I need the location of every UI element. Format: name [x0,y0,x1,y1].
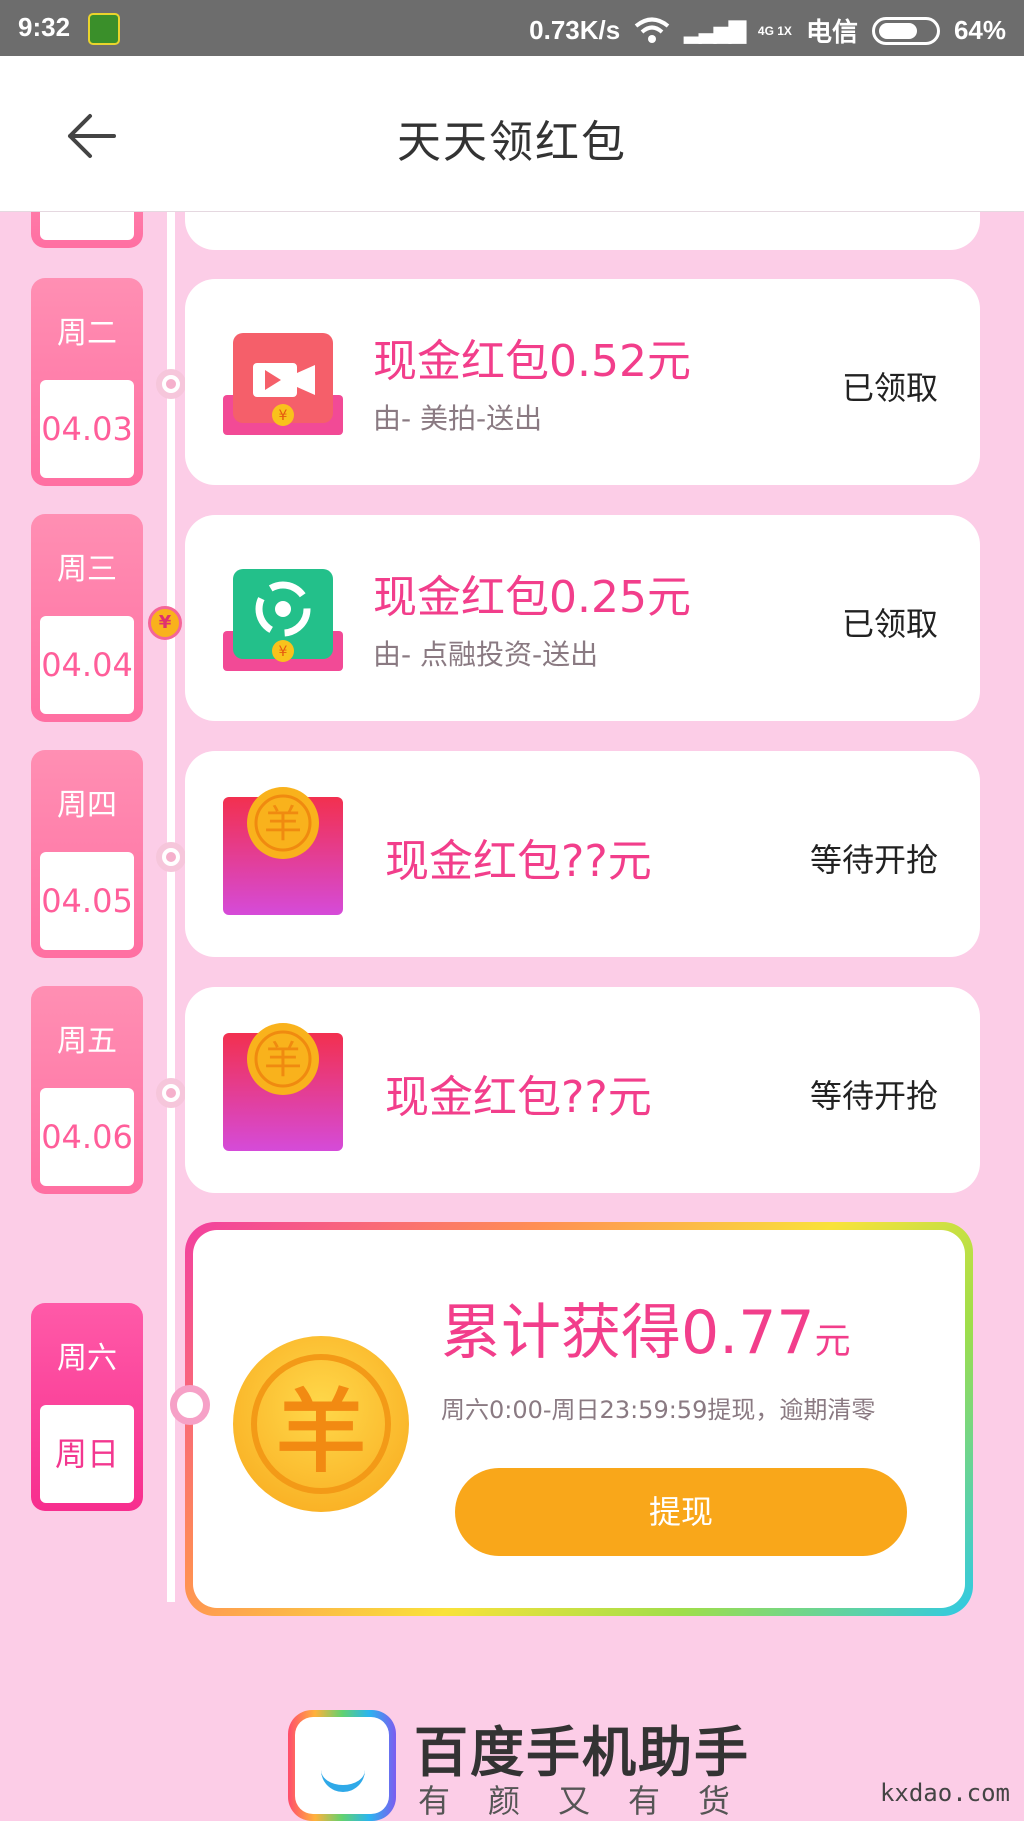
packet-sender: 由- 点融投资-送出 [373,638,599,671]
battery-icon [871,16,940,45]
date-box-weekend: 周六 周日 [31,1303,143,1511]
red-packet-card[interactable]: ¥ 现金红包0.25元 由- 点融投资-送出 已领取 [185,515,980,721]
weekday-label: 周六 [57,1341,117,1376]
date-box-0404: 周三 04.04 [31,514,143,722]
brand-slogan: 有颜又有货 [418,1782,769,1820]
wifi-icon [634,17,670,43]
packet-sender: 由- 美拍-送出 [373,402,543,435]
date-box-0403: 周二 04.03 [31,278,143,486]
timeline-dot [156,1078,186,1108]
network-type: 4G 1X [757,23,792,38]
svg-text:¥: ¥ [279,644,288,660]
weekday-label: 周五 [57,1024,117,1059]
red-envelope-icon: 羊 [223,1023,343,1151]
total-amount: 累计获得0.77元 [441,1284,851,1371]
status-bar: 9:32 0.73K/s ▂▃▅▇ 4G 1X 电信 64% [0,0,1024,56]
red-envelope-icon: 羊 [223,787,343,915]
weekday-label: 周四 [57,788,117,823]
svg-text:¥: ¥ [279,408,288,424]
packet-amount: 现金红包??元 [385,1072,652,1123]
date-box-0405: 周四 04.05 [31,750,143,958]
packet-status: 等待开抢 [809,1077,938,1115]
brand-footer: 百度手机助手 有颜又有货 [288,1708,768,1821]
app-header: 天天领红包 [0,56,1024,212]
page-title: 天天领红包 [397,117,627,168]
date-label: 04.05 [40,852,134,950]
red-packet-card[interactable]: 羊 现金红包??元 等待开抢 [185,751,980,957]
date-box-0406: 周五 04.06 [31,986,143,1194]
weekday-label: 周三 [57,552,117,587]
watermark: kxdao.com [879,1779,1010,1807]
timeline-dot-weekend [170,1385,210,1425]
total-amount-value: 累计获得0.77 [441,1298,815,1368]
packet-status: 已领取 [841,369,938,407]
packet-amount: 现金红包??元 [385,836,652,887]
date-label: 04.04 [40,616,134,714]
status-right: 0.73K/s ▂▃▅▇ 4G 1X 电信 64% [529,12,1006,49]
signal-icon: ▂▃▅▇ [684,17,746,43]
timeline-dot [156,369,186,399]
date-label: 周日 [40,1405,134,1503]
svg-text:羊: 羊 [264,802,302,846]
packet-amount: 现金红包0.25元 [373,572,691,623]
red-packet-card[interactable]: ¥ 现金红包0.52元 由- 美拍-送出 已领取 [185,279,980,485]
battery-percent: 64% [953,15,1006,45]
total-earnings-card: 羊 累计获得0.77元 周六0:00-周日23:59:59提现，逾期清零 提现 [185,1222,973,1616]
total-amount-unit: 元 [814,1321,851,1362]
current-day-coin-icon: ¥ [148,606,182,640]
packet-status: 已领取 [841,605,938,643]
packet-amount: 现金红包0.52元 [373,336,691,387]
dianrong-icon: ¥ [223,569,343,671]
date-label: 04.03 [40,380,134,478]
packet-status: 等待开抢 [809,841,938,879]
notification-app-icon [88,13,120,45]
meipai-video-icon: ¥ [223,333,343,435]
carrier-name: 电信 [805,17,858,47]
withdraw-rule-note: 周六0:00-周日23:59:59提现，逾期清零 [441,1396,876,1424]
red-packet-card[interactable]: 羊 现金红包??元 等待开抢 [185,987,980,1193]
timeline-dot [156,842,186,872]
date-label: 04.06 [40,1088,134,1186]
status-time: 9:32 [18,12,71,42]
gold-coin-icon: 羊 [233,1336,409,1512]
weekday-label: 周二 [57,316,117,351]
withdraw-button[interactable]: 提现 [455,1468,907,1556]
svg-text:羊: 羊 [264,1038,302,1082]
network-speed: 0.73K/s [529,15,621,45]
baidu-app-store-logo-icon [288,1710,396,1821]
